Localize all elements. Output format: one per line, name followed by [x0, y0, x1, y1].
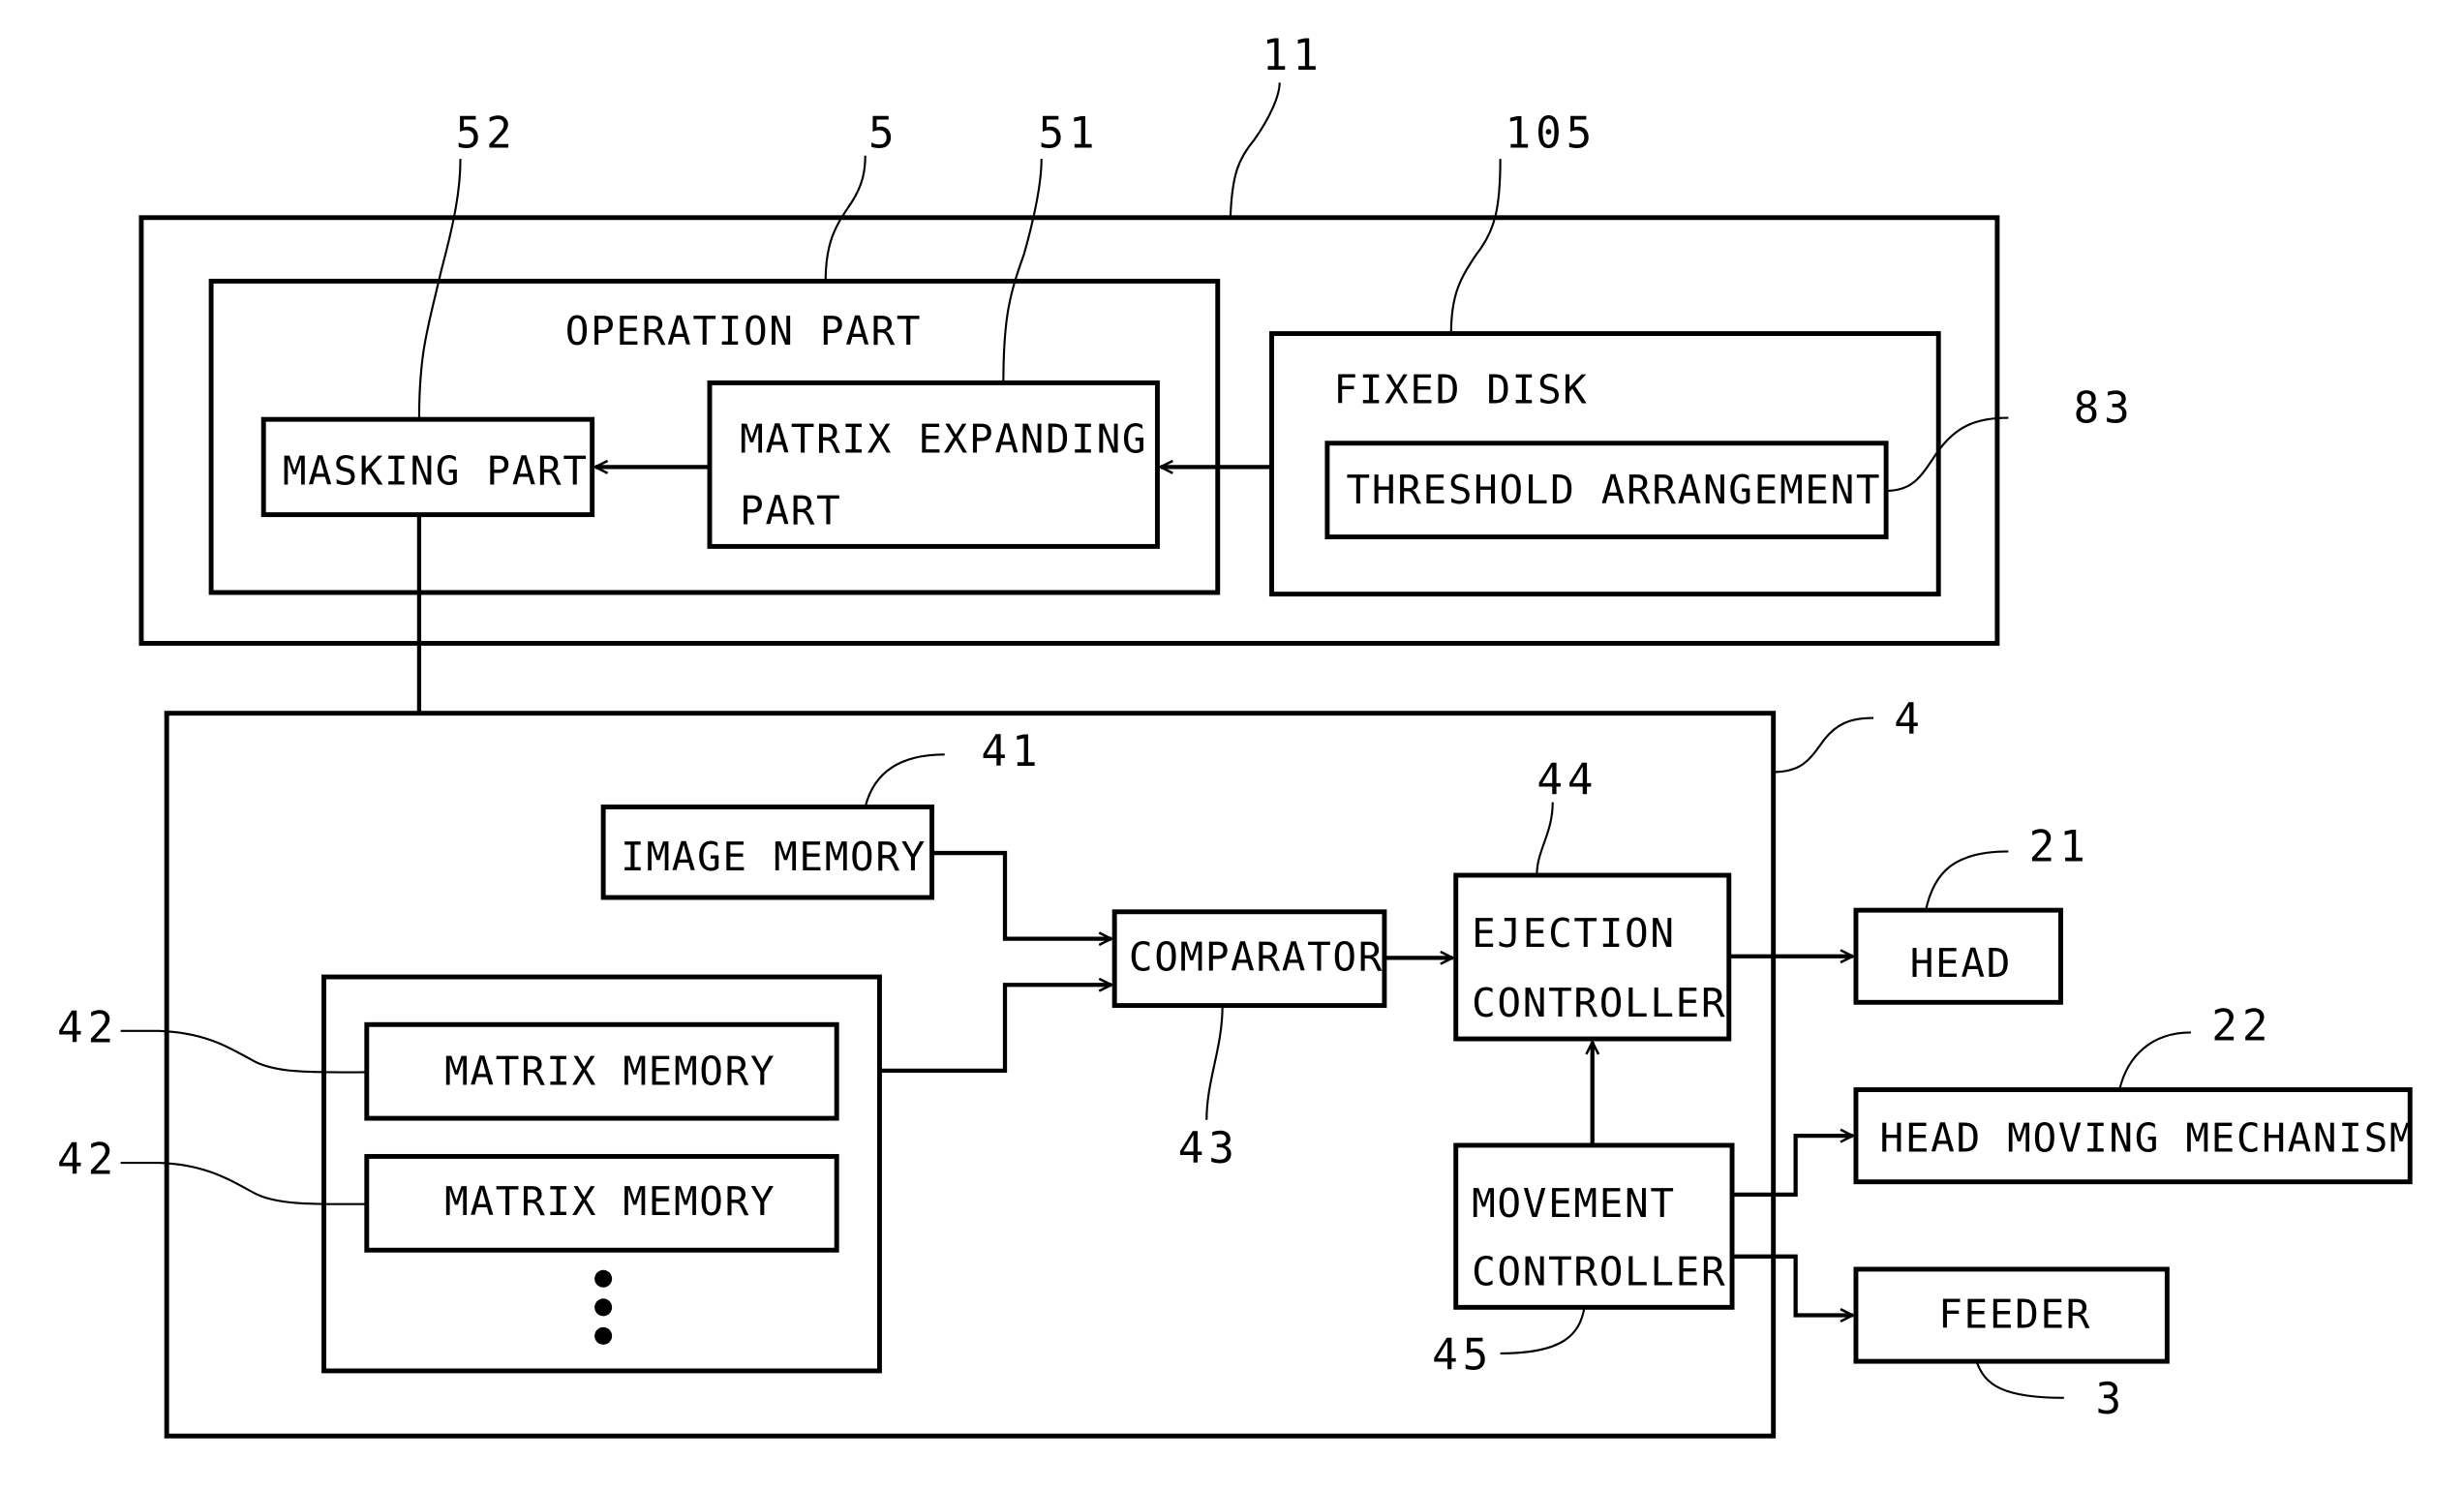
ref-22: 22	[2211, 1002, 2272, 1051]
ref-45: 45	[1432, 1330, 1493, 1380]
movement-controller-label-line2: CONTROLLER	[1472, 1248, 1726, 1294]
ref-44: 44	[1536, 755, 1597, 805]
block-diagram: 11 OPERATION PART 5 MASKING PART 52 MATR…	[57, 31, 2416, 1439]
head-moving-mechanism-label: HEAD MOVING MECHANISM	[1880, 1115, 2416, 1162]
ref-105: 105	[1506, 109, 1597, 159]
ref-11: 11	[1262, 31, 1323, 80]
masking-part-label: MASKING PART	[283, 447, 589, 494]
ref-3: 3	[2096, 1375, 2127, 1424]
ejection-controller-label-line1: EJECTION	[1472, 910, 1676, 957]
ellipsis-dot-1	[594, 1269, 613, 1288]
leader-3	[1975, 1360, 2064, 1399]
operation-part-label: OPERATION PART	[565, 308, 922, 354]
head-block: HEAD 21	[1853, 822, 2090, 1005]
ellipsis-dot-2	[594, 1298, 613, 1317]
ref-52: 52	[456, 109, 517, 159]
fixed-disk-label: FIXED DISK	[1333, 367, 1588, 413]
ref-4: 4	[1894, 695, 1925, 745]
ref-21: 21	[2029, 822, 2090, 871]
ref-83: 83	[2074, 383, 2135, 433]
ref-42-b: 42	[57, 1135, 118, 1184]
leader-22	[2118, 1031, 2191, 1090]
feeder-block: FEEDER 3	[1853, 1266, 2170, 1424]
matrix-expanding-part-label-line2: PART	[740, 487, 841, 533]
movement-controller-label-line1: MOVEMENT	[1472, 1180, 1676, 1227]
ref-51: 51	[1038, 109, 1099, 159]
threshold-arrangement-label: THRESHOLD ARRANGEMENT	[1347, 467, 1882, 513]
matrix-memory-2-label: MATRIX MEMORY	[444, 1178, 776, 1225]
comparator-label: COMPARATOR	[1129, 933, 1384, 980]
head-label: HEAD	[1910, 940, 2012, 987]
leader-4	[1773, 716, 1873, 774]
ref-42-a: 42	[57, 1003, 118, 1052]
leader-11	[1229, 82, 1281, 218]
ejection-controller-label-line2: CONTROLLER	[1472, 980, 1726, 1026]
ref-5: 5	[868, 109, 899, 159]
ref-41: 41	[981, 727, 1042, 776]
head-moving-mechanism-block: HEAD MOVING MECHANISM 22	[1853, 1002, 2416, 1185]
feeder-label: FEEDER	[1938, 1292, 2091, 1338]
ellipsis-dot-3	[594, 1326, 613, 1345]
ref-43: 43	[1178, 1124, 1239, 1173]
matrix-memory-1-label: MATRIX MEMORY	[444, 1049, 776, 1095]
leader-21	[1925, 850, 2009, 911]
matrix-expanding-part-label-line1: MATRIX EXPANDING	[740, 416, 1147, 463]
image-memory-label: IMAGE MEMORY	[621, 834, 927, 880]
